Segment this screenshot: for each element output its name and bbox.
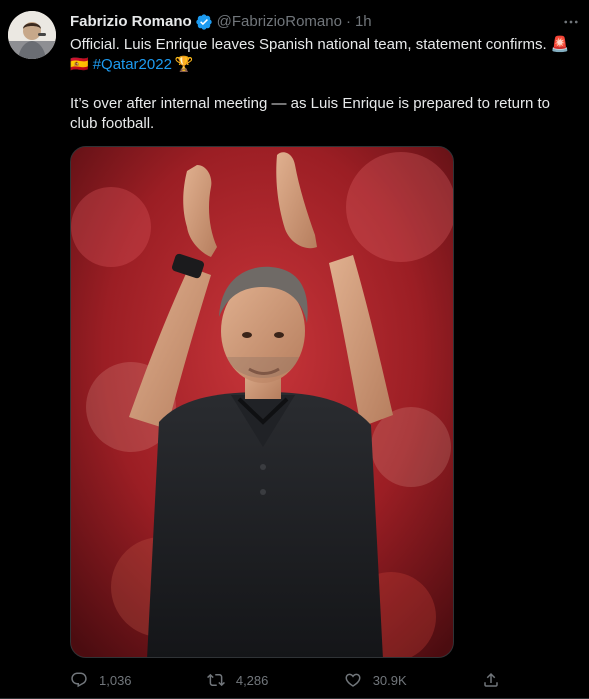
tweet-text-line1: Official. Luis Enrique leaves Spanish na…	[70, 36, 570, 53]
spain-flag-emoji: 🇪🇸	[70, 56, 89, 73]
photo-man-applauding-image	[71, 147, 453, 657]
retweet-icon	[206, 673, 225, 687]
more-options-icon[interactable]	[557, 8, 585, 36]
retweet-count: 4,286	[235, 672, 269, 688]
reply-button[interactable]: 1,036	[70, 671, 132, 689]
verified-badge-icon	[195, 13, 213, 31]
like-button[interactable]: 30.9K	[344, 671, 407, 689]
trophy-emoji: 🏆	[174, 56, 194, 73]
share-button[interactable]	[482, 671, 500, 689]
hashtag-link[interactable]: #Qatar2022	[93, 55, 172, 75]
tweet-text-paragraph: It’s over after internal meeting — as Lu…	[70, 95, 550, 132]
tweet-text: Official. Luis Enrique leaves Spanish na…	[70, 35, 575, 134]
tweet-text-line2: 🇪🇸 #Qatar2022 🏆	[70, 55, 575, 75]
share-icon	[484, 672, 498, 687]
author-name[interactable]: Fabrizio Romano	[70, 12, 192, 32]
reply-count: 1,036	[99, 672, 132, 688]
like-count: 30.9K	[372, 672, 407, 688]
tweet-photo[interactable]	[70, 146, 454, 658]
tweet-actions: 1,036 4,286 30.9K	[70, 668, 500, 692]
retweet-button[interactable]: 4,286	[206, 671, 269, 689]
author-handle[interactable]: @FabrizioRomano	[217, 12, 342, 32]
tweet-card[interactable]: Fabrizio Romano @FabrizioRomano · 1h Off…	[0, 0, 589, 699]
author-avatar[interactable]	[8, 11, 56, 59]
reply-icon	[71, 672, 87, 688]
tweet-header: Fabrizio Romano @FabrizioRomano · 1h	[70, 11, 573, 33]
heart-icon	[345, 673, 361, 687]
avatar-portrait-image	[8, 11, 56, 59]
separator-dot: ·	[345, 13, 351, 30]
tweet-time[interactable]: 1h	[355, 12, 372, 32]
